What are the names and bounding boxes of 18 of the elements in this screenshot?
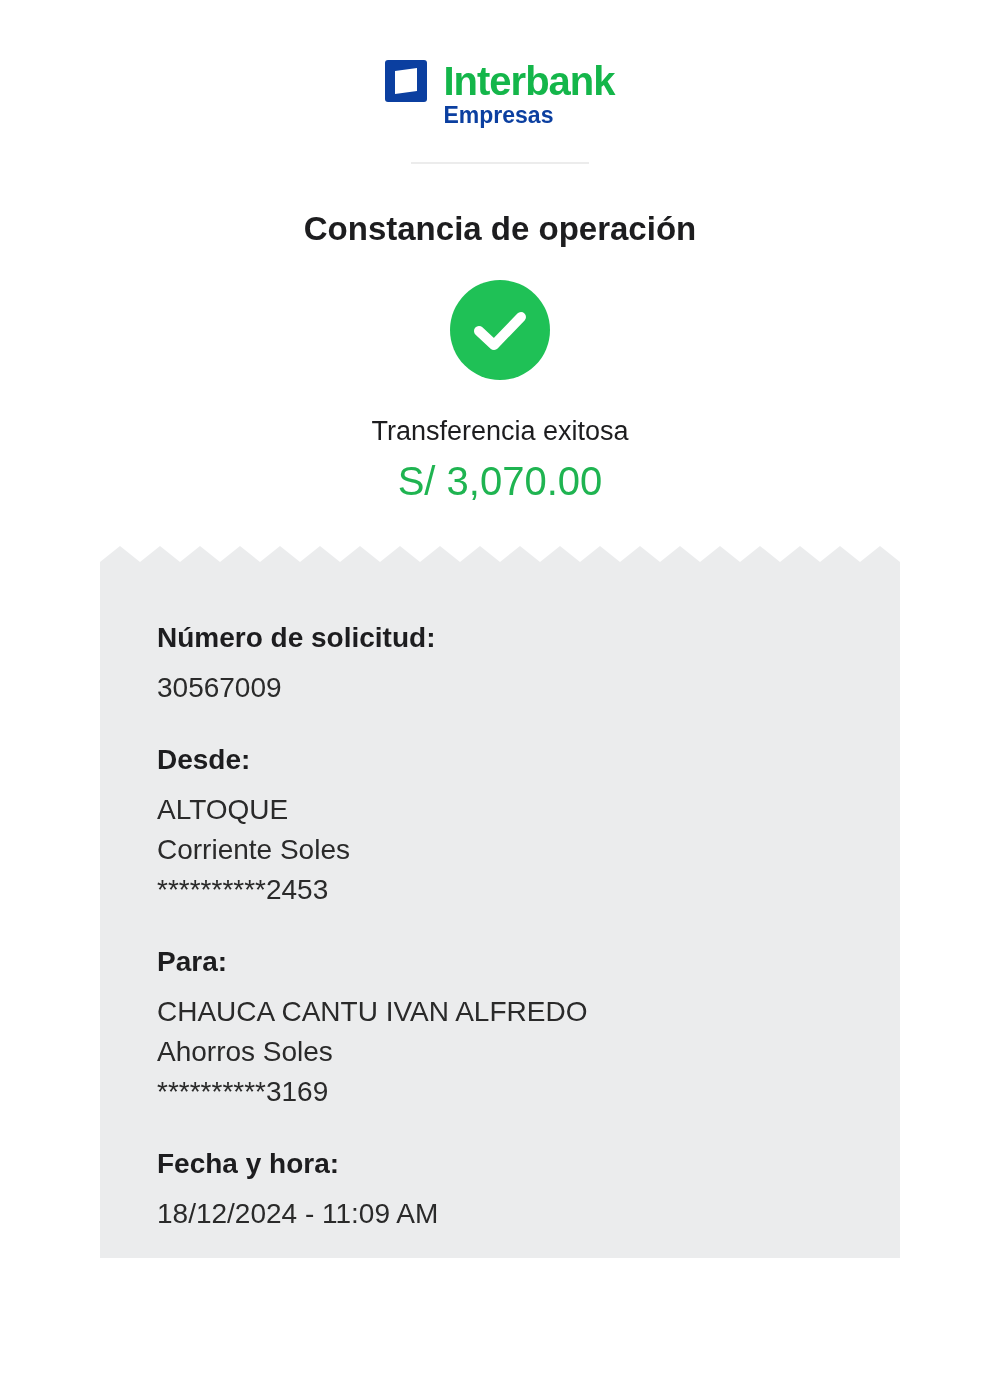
detail-value: 18/12/2024 - 11:09 AM: [157, 1197, 440, 1231]
detail-value: ALTOQUE: [157, 793, 290, 827]
detail-label: Desde:: [157, 743, 252, 777]
detail-value: 30567009: [157, 671, 283, 705]
detail-value: CHAUCA CANTU IVAN ALFREDO: [157, 995, 589, 1029]
amount: S/ 3,070.00: [397, 459, 603, 504]
brand-subtitle: Empresas: [443, 102, 555, 128]
status-text: Transferencia exitosa: [371, 416, 629, 447]
detail-value: Corriente Soles: [157, 833, 351, 867]
detail-label: Número de solicitud:: [157, 621, 437, 655]
detail-label: Para:: [157, 945, 229, 979]
detail-value: **********2453: [157, 873, 330, 907]
detail-value: Ahorros Soles: [157, 1035, 334, 1069]
logo-icon: [385, 60, 428, 102]
brand-name: Interbank: [443, 60, 615, 102]
page-title: Constancia de operación: [303, 210, 697, 248]
detail-label: Fecha y hora:: [157, 1147, 341, 1181]
detail-value: **********3169: [157, 1075, 330, 1109]
